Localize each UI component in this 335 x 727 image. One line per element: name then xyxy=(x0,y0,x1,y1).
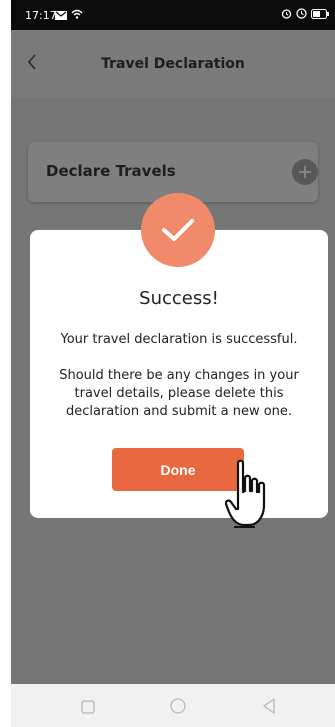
recent-apps-icon[interactable] xyxy=(81,699,95,718)
add-button[interactable] xyxy=(292,159,318,185)
back-icon[interactable] xyxy=(262,697,276,718)
page-title: Travel Declaration xyxy=(101,56,245,72)
mail-icon xyxy=(55,10,67,23)
wifi-icon xyxy=(71,9,83,22)
success-dialog: Success! Your travel declaration is succ… xyxy=(30,230,328,518)
status-bar: 17:17 xyxy=(11,0,335,30)
success-badge xyxy=(141,193,215,267)
hand-pointer-icon xyxy=(224,458,281,540)
alarm-icon xyxy=(281,8,292,22)
declare-travels-label: Declare Travels xyxy=(46,162,176,180)
clock-icon xyxy=(296,8,307,22)
check-icon xyxy=(162,219,194,241)
system-nav-bar xyxy=(11,684,335,727)
app-header: Travel Declaration xyxy=(11,30,335,98)
status-time: 17:17 xyxy=(25,9,57,22)
phone-screen: 17:17 Travel Declaration Declare Travels xyxy=(11,0,335,727)
instruction-note: Should there be any changes in your trav… xyxy=(59,368,299,419)
home-icon[interactable] xyxy=(170,698,186,718)
plus-icon xyxy=(299,166,311,178)
success-message: Your travel declaration is successful. xyxy=(60,332,298,347)
dialog-title: Success! xyxy=(139,288,219,309)
battery-icon xyxy=(311,8,329,22)
